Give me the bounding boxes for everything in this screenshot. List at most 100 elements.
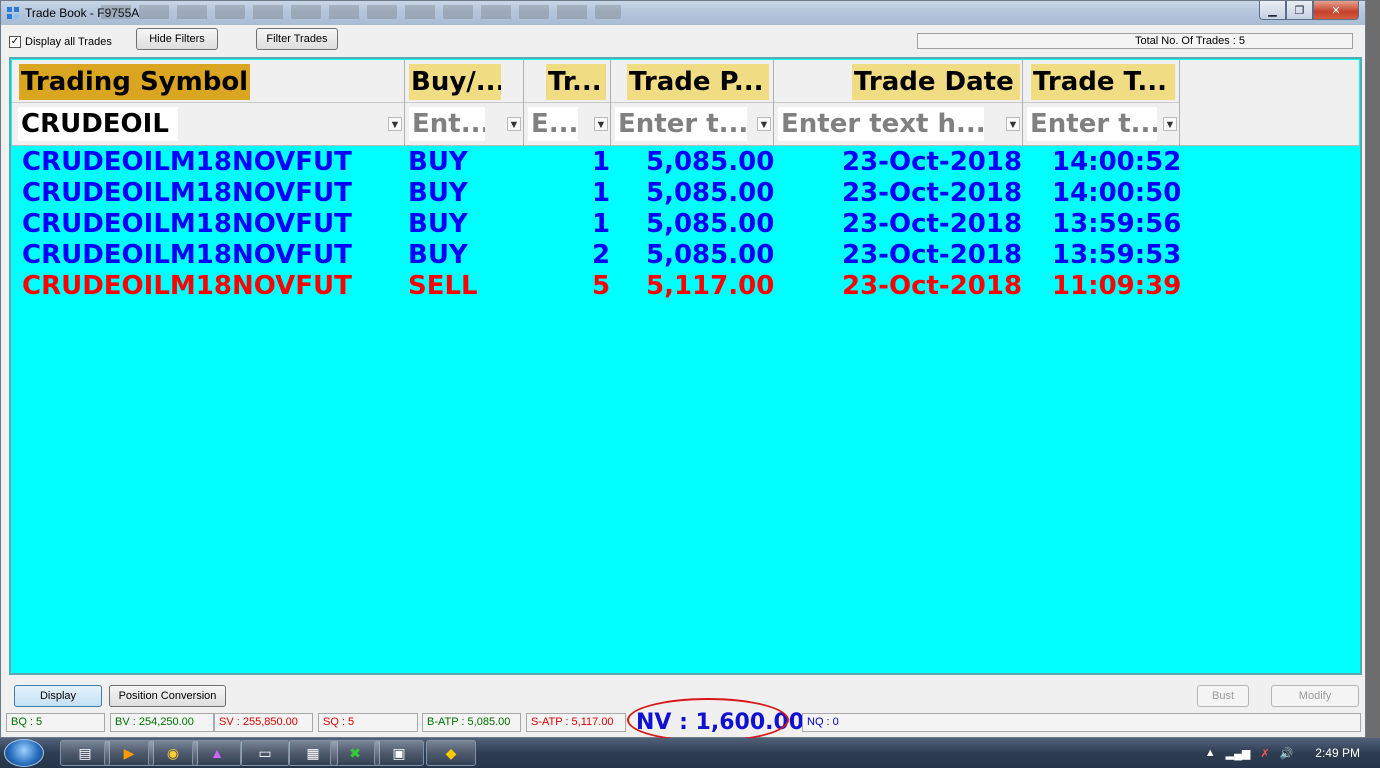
cell-date: 23-Oct-2018 [842, 209, 1023, 239]
network-icon[interactable]: ✗ [1260, 747, 1269, 760]
hide-filters-button[interactable]: Hide Filters [136, 28, 218, 50]
filter-input-buy-sell[interactable]: Ent... [409, 107, 485, 141]
filter-cell-trade-date[interactable]: Enter text h... ▼ [774, 102, 1022, 144]
cell-price: 5,085.00 [646, 240, 775, 270]
cell-side: BUY [408, 147, 468, 177]
trade-grid[interactable]: Trading Symbol CRUDEOIL ▼ Buy/... Ent...… [9, 57, 1362, 675]
title-bar[interactable]: Trade Book - F9755A ▁ ❐ ✕ [1, 1, 1365, 25]
cell-price: 5,117.00 [646, 271, 775, 301]
minimize-icon: ▁ [1268, 3, 1277, 17]
status-buy-atp: B-ATP : 5,085.00 [422, 713, 521, 732]
cell-date: 23-Oct-2018 [842, 178, 1023, 208]
triangle-app-icon: ▲ [210, 745, 224, 761]
minimize-button[interactable]: ▁ [1259, 1, 1286, 20]
trade-rows: CRUDEOILM18NOVFUT BUY 1 5,085.00 23-Oct-… [12, 147, 1359, 302]
status-sell-value: SV : 255,850.00 [214, 713, 313, 732]
signal-icon[interactable]: ▂▄▆ [1226, 747, 1251, 760]
filter-cell-trade-price[interactable]: Enter t... ▼ [611, 102, 773, 144]
status-buy-value: BV : 254,250.00 [110, 713, 214, 732]
media-player-icon: ▶ [123, 744, 135, 761]
column-header-trade-price[interactable]: Trade P... [627, 64, 769, 100]
filter-icon[interactable]: ▼ [1163, 117, 1177, 131]
window-app-icon: ▣ [392, 744, 406, 761]
filter-input-trade-time[interactable]: Enter t... [1027, 107, 1157, 141]
filter-trades-button[interactable]: Filter Trades [256, 28, 338, 50]
cell-price: 5,085.00 [646, 178, 775, 208]
restore-icon: ❐ [1294, 3, 1305, 17]
column-trade-date[interactable]: Trade Date Enter text h... ▼ [774, 60, 1023, 146]
column-header-trading-symbol[interactable]: Trading Symbol [19, 64, 251, 100]
status-sell-qty: SQ : 5 [318, 713, 418, 732]
cell-symbol: CRUDEOILM18NOVFUT [22, 147, 352, 177]
taskbar-app-3[interactable]: ▣ [374, 740, 424, 766]
filter-icon[interactable]: ▼ [757, 117, 771, 131]
filter-icon[interactable]: ▼ [388, 117, 402, 131]
column-header-buy-sell[interactable]: Buy/... [409, 64, 501, 100]
cell-side: BUY [408, 240, 468, 270]
column-header-trade-time[interactable]: Trade T... [1031, 64, 1175, 100]
volume-icon[interactable]: 🔊 [1280, 747, 1294, 760]
filter-input-trade-price[interactable]: Enter t... [615, 107, 747, 141]
column-trade-price[interactable]: Trade P... Enter t... ▼ [611, 60, 774, 146]
system-tray: ▲ ▂▄▆ ✗ 🔊 2:49 PM [1195, 738, 1360, 768]
table-row[interactable]: CRUDEOILM18NOVFUT SELL 5 5,117.00 23-Oct… [12, 271, 1359, 302]
cell-date: 23-Oct-2018 [842, 271, 1023, 301]
taskbar-chrome[interactable]: ◉ [148, 740, 198, 766]
filter-cell-buy-sell[interactable]: Ent... ▼ [405, 102, 523, 144]
column-trading-symbol[interactable]: Trading Symbol CRUDEOIL ▼ [12, 60, 405, 146]
filter-icon[interactable]: ▼ [1006, 117, 1020, 131]
taskbar-excel[interactable]: ✖ [330, 740, 380, 766]
filter-input-trade-date[interactable]: Enter text h... [778, 107, 984, 141]
taskbar-explorer[interactable]: ▤ [60, 740, 110, 766]
chrome-icon: ◉ [166, 744, 180, 761]
clock[interactable]: 2:49 PM [1315, 746, 1360, 760]
maximize-button[interactable]: ❐ [1286, 1, 1313, 20]
app-icon [7, 7, 19, 19]
table-row[interactable]: CRUDEOILM18NOVFUT BUY 1 5,085.00 23-Oct-… [12, 209, 1359, 240]
cell-qty: 1 [592, 178, 611, 208]
taskbar-app-2[interactable]: ▭ [240, 740, 290, 766]
taskbar: ▤ ▶ ◉ ▲ ▭ ▦ ✖ ▣ ◆ ▲ ▂▄▆ ✗ 🔊 2:49 PM [0, 738, 1380, 768]
taskbar-app[interactable]: ▲ [192, 740, 242, 766]
filter-cell-trade-time[interactable]: Enter t... ▼ [1023, 102, 1179, 144]
checkbox-checked-icon[interactable]: ✓ [9, 36, 21, 48]
column-trade-time[interactable]: Trade T... Enter t... ▼ [1023, 60, 1180, 146]
modify-button[interactable]: Modify [1271, 685, 1359, 707]
filter-cell-trading-symbol[interactable]: CRUDEOIL ▼ [12, 102, 404, 144]
start-button[interactable] [4, 739, 44, 767]
table-row[interactable]: CRUDEOILM18NOVFUT BUY 1 5,085.00 23-Oct-… [12, 178, 1359, 209]
calculator-icon: ▦ [306, 744, 320, 761]
cell-time: 14:00:52 [1052, 147, 1182, 177]
taskbar-trading-app[interactable]: ◆ [426, 740, 476, 766]
table-row[interactable]: CRUDEOILM18NOVFUT BUY 1 5,085.00 23-Oct-… [12, 147, 1359, 178]
table-row[interactable]: CRUDEOILM18NOVFUT BUY 2 5,085.00 23-Oct-… [12, 240, 1359, 271]
bust-button[interactable]: Bust [1197, 685, 1249, 707]
blurred-background-text [101, 5, 621, 19]
filter-icon[interactable]: ▼ [594, 117, 608, 131]
column-trade-qty[interactable]: Tr... E... ▼ [524, 60, 611, 146]
cell-symbol: CRUDEOILM18NOVFUT [22, 178, 352, 208]
cell-time: 13:59:53 [1052, 240, 1182, 270]
position-conversion-button[interactable]: Position Conversion [109, 685, 226, 707]
trade-book-window: Trade Book - F9755A ▁ ❐ ✕ ✓ Display all … [0, 0, 1366, 742]
highlight-ellipse [627, 698, 789, 742]
cell-symbol: CRUDEOILM18NOVFUT [22, 271, 352, 301]
filter-input-trading-symbol[interactable]: CRUDEOIL [18, 107, 178, 141]
cell-qty: 1 [592, 147, 611, 177]
show-hidden-icons-icon[interactable]: ▲ [1205, 747, 1216, 759]
status-sell-atp: S-ATP : 5,117.00 [526, 713, 626, 732]
folder-icon: ▤ [78, 744, 92, 761]
status-buy-qty: BQ : 5 [6, 713, 105, 732]
column-buy-sell[interactable]: Buy/... Ent... ▼ [405, 60, 524, 146]
close-button[interactable]: ✕ [1313, 1, 1359, 20]
total-trades-count: Total No. Of Trades : 5 [917, 33, 1353, 49]
cell-date: 23-Oct-2018 [842, 240, 1023, 270]
column-header-trade-qty[interactable]: Tr... [546, 64, 606, 100]
filter-input-trade-qty[interactable]: E... [528, 107, 578, 141]
column-header-trade-date[interactable]: Trade Date [852, 64, 1020, 100]
filter-cell-trade-qty[interactable]: E... ▼ [524, 102, 610, 144]
display-all-trades-checkbox[interactable]: ✓ Display all Trades [9, 36, 112, 48]
display-button[interactable]: Display [14, 685, 102, 707]
filter-icon[interactable]: ▼ [507, 117, 521, 131]
taskbar-media-player[interactable]: ▶ [104, 740, 154, 766]
